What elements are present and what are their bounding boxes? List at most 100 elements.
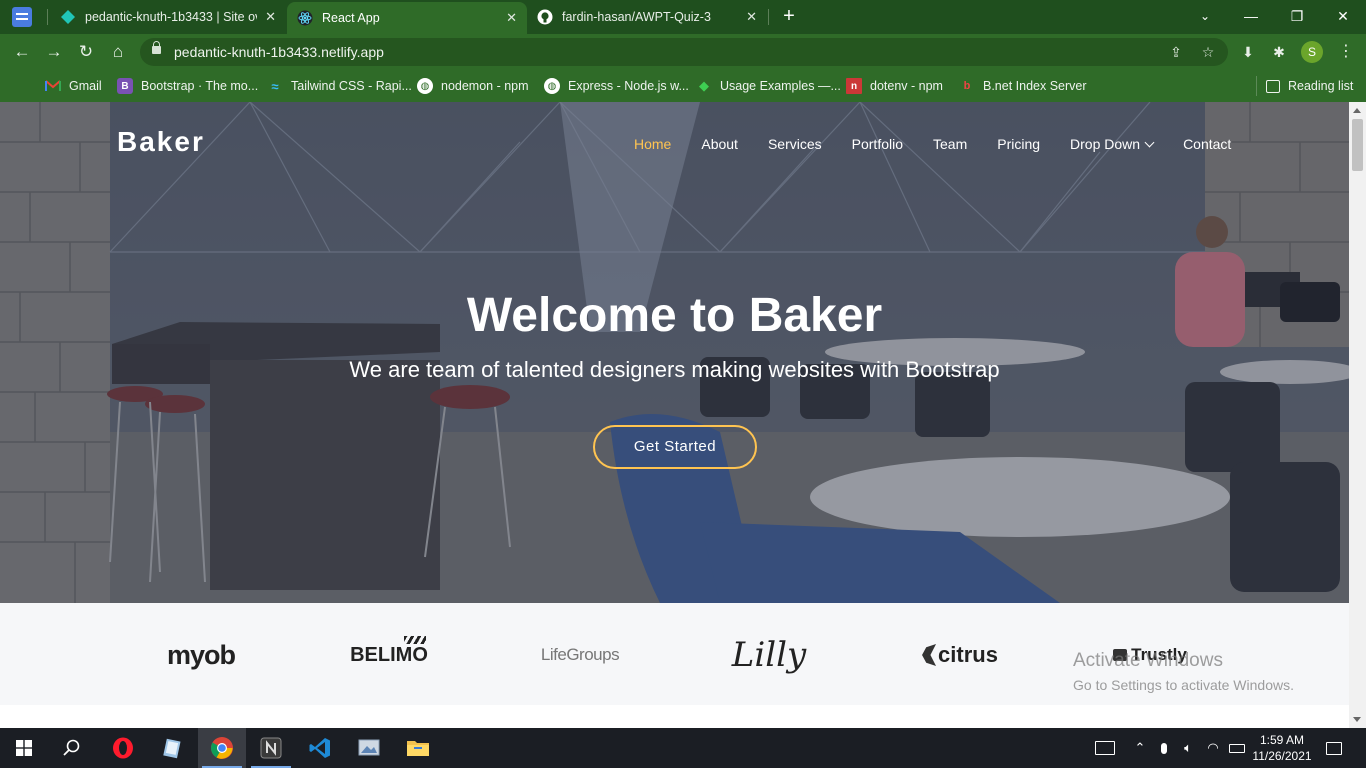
bookmark-tailwind[interactable]: ≈ Tailwind CSS - Rapi... <box>267 76 412 96</box>
scroll-thumb[interactable] <box>1352 119 1363 171</box>
new-tab-button[interactable]: + <box>777 4 801 28</box>
page-scrollbar[interactable] <box>1349 102 1366 728</box>
close-tab-icon[interactable]: ✕ <box>265 9 276 25</box>
scroll-up-icon[interactable] <box>1353 108 1361 113</box>
opera-icon <box>113 737 133 759</box>
close-window-button[interactable]: ✕ <box>1320 0 1366 34</box>
start-button[interactable] <box>0 728 48 768</box>
bookmark-bnet[interactable]: b B.net Index Server <box>959 76 1087 96</box>
bookmarks-bar: Gmail B Bootstrap · The mo... ≈ Tailwind… <box>0 70 1366 102</box>
search-icon <box>63 739 80 756</box>
bookmark-label: B.net Index Server <box>983 79 1087 93</box>
notifications-icon[interactable] <box>1320 728 1348 768</box>
volume-icon[interactable]: 🔈︎ <box>1178 728 1198 768</box>
bookmark-label: Gmail <box>69 79 102 93</box>
tab-title: pedantic-knuth-1b3433 | Site overview <box>85 10 257 24</box>
tab-separator <box>768 9 769 25</box>
clock-time: 1:59 AM <box>1259 733 1305 747</box>
get-started-button[interactable]: Get Started <box>593 425 757 469</box>
tailwind-icon: ≈ <box>271 78 279 94</box>
nav-about[interactable]: About <box>701 136 738 152</box>
client-logo-belimo: BELIMO <box>345 635 433 675</box>
docs-icon[interactable] <box>12 7 32 27</box>
menu-kebab-icon[interactable]: ⋮ <box>1336 42 1356 62</box>
search-button[interactable] <box>48 728 96 768</box>
taskbar-chrome[interactable] <box>198 728 246 768</box>
windows-taskbar: ⌃ 🔈︎ ◠ 1:59 AM 11/26/2021 <box>0 728 1366 768</box>
bnet-icon: b <box>963 80 971 92</box>
extensions-puzzle-icon[interactable]: ✱ <box>1269 42 1289 62</box>
bookmark-gmail[interactable]: Gmail <box>45 76 102 96</box>
reading-list-icon <box>1266 79 1280 93</box>
nav-team[interactable]: Team <box>933 136 967 152</box>
lock-icon[interactable] <box>152 41 161 54</box>
activate-windows-watermark: Activate Windows Go to Settings to activ… <box>1073 650 1294 693</box>
wifi-icon[interactable]: ◠ <box>1202 728 1224 768</box>
nav-home[interactable]: Home <box>634 136 671 152</box>
bookmark-label: dotenv - npm <box>870 79 943 93</box>
watermark-subtitle: Go to Settings to activate Windows. <box>1073 677 1294 693</box>
tab-site-overview[interactable]: pedantic-knuth-1b3433 | Site overview ✕ <box>50 0 286 34</box>
task-view-icon[interactable] <box>1090 728 1120 768</box>
bookmark-usage-examples[interactable]: ◆ Usage Examples —... <box>696 76 841 96</box>
bookmark-star-icon[interactable]: ☆ <box>1199 43 1217 61</box>
bookmark-bootstrap[interactable]: B Bootstrap · The mo... <box>117 76 258 96</box>
taskbar-notes[interactable] <box>148 728 196 768</box>
hero-overlay <box>0 102 1349 603</box>
reload-button[interactable]: ↻ <box>74 40 98 64</box>
site-logo[interactable]: Baker <box>117 126 205 158</box>
forward-button[interactable]: → <box>42 40 66 64</box>
share-icon[interactable]: ⇪ <box>1167 43 1185 61</box>
address-toolbar: ← → ↻ ⌂ pedantic-knuth-1b3433.netlify.ap… <box>0 34 1366 70</box>
bookmark-nodemon[interactable]: ◍ nodemon - npm <box>417 76 529 96</box>
tab-react-app[interactable]: React App ✕ <box>287 2 527 34</box>
scroll-down-icon[interactable] <box>1353 717 1361 722</box>
taskbar-notion[interactable] <box>247 728 295 768</box>
client-name: citrus <box>938 642 998 667</box>
system-clock[interactable]: 1:59 AM 11/26/2021 <box>1244 732 1320 764</box>
home-button[interactable]: ⌂ <box>106 40 130 64</box>
nav-contact[interactable]: Contact <box>1183 136 1231 152</box>
taskbar-vscode[interactable] <box>296 728 344 768</box>
tab-github[interactable]: fardin-hasan/AWPT-Quiz-3 ✕ <box>527 0 767 34</box>
bookmark-express[interactable]: ◍ Express - Node.js w... <box>544 76 689 96</box>
client-logo-citrus: citrus <box>918 635 1002 675</box>
download-extension-icon[interactable]: ⬇ <box>1238 42 1258 62</box>
microphone-icon[interactable] <box>1154 728 1174 768</box>
gmail-icon <box>45 78 61 94</box>
close-tab-icon[interactable]: ✕ <box>746 9 757 25</box>
omnibox[interactable]: pedantic-knuth-1b3433.netlify.app ⇪ ☆ <box>140 38 1228 66</box>
chrome-icon <box>211 737 233 759</box>
url-text[interactable]: pedantic-knuth-1b3433.netlify.app <box>174 44 384 60</box>
minimize-button[interactable]: — <box>1228 0 1274 34</box>
hero-subtitle: We are team of talented designers making… <box>349 357 1000 382</box>
nav-portfolio[interactable]: Portfolio <box>852 136 903 152</box>
react-icon <box>297 10 313 26</box>
client-logo-myob: myob <box>166 639 236 670</box>
tray-chevron-up-icon[interactable]: ⌃ <box>1130 728 1150 768</box>
bookmark-label: nodemon - npm <box>441 79 529 93</box>
nav-dropdown[interactable]: Drop Down <box>1070 136 1155 152</box>
hero-section: Baker Home About Services Portfolio Team… <box>0 102 1349 603</box>
reading-list-button[interactable]: Reading list <box>1266 76 1353 96</box>
tab-search-icon[interactable]: ⌄ <box>1182 0 1228 34</box>
bookmark-label: Tailwind CSS - Rapi... <box>291 79 412 93</box>
tab-title: fardin-hasan/AWPT-Quiz-3 <box>562 10 711 24</box>
profile-avatar[interactable]: S <box>1301 41 1323 63</box>
tab-title: React App <box>322 11 380 25</box>
photos-icon <box>358 739 380 756</box>
nav-services[interactable]: Services <box>768 136 822 152</box>
taskbar-opera[interactable] <box>99 728 147 768</box>
bookmark-dotenv[interactable]: n dotenv - npm <box>846 76 943 96</box>
netlify-icon <box>60 9 76 25</box>
taskbar-photos[interactable] <box>345 728 393 768</box>
nav-pricing[interactable]: Pricing <box>997 136 1040 152</box>
close-tab-icon[interactable]: ✕ <box>506 10 517 26</box>
taskbar-file-explorer[interactable] <box>394 728 442 768</box>
tab-bar: pedantic-knuth-1b3433 | Site overview ✕ … <box>0 0 1366 34</box>
back-button[interactable]: ← <box>10 40 34 64</box>
notepad-icon <box>163 738 181 759</box>
bookmark-label: Bootstrap · The mo... <box>141 79 259 93</box>
bootstrap-icon: B <box>117 78 133 94</box>
restore-button[interactable]: ❐ <box>1274 0 1320 34</box>
